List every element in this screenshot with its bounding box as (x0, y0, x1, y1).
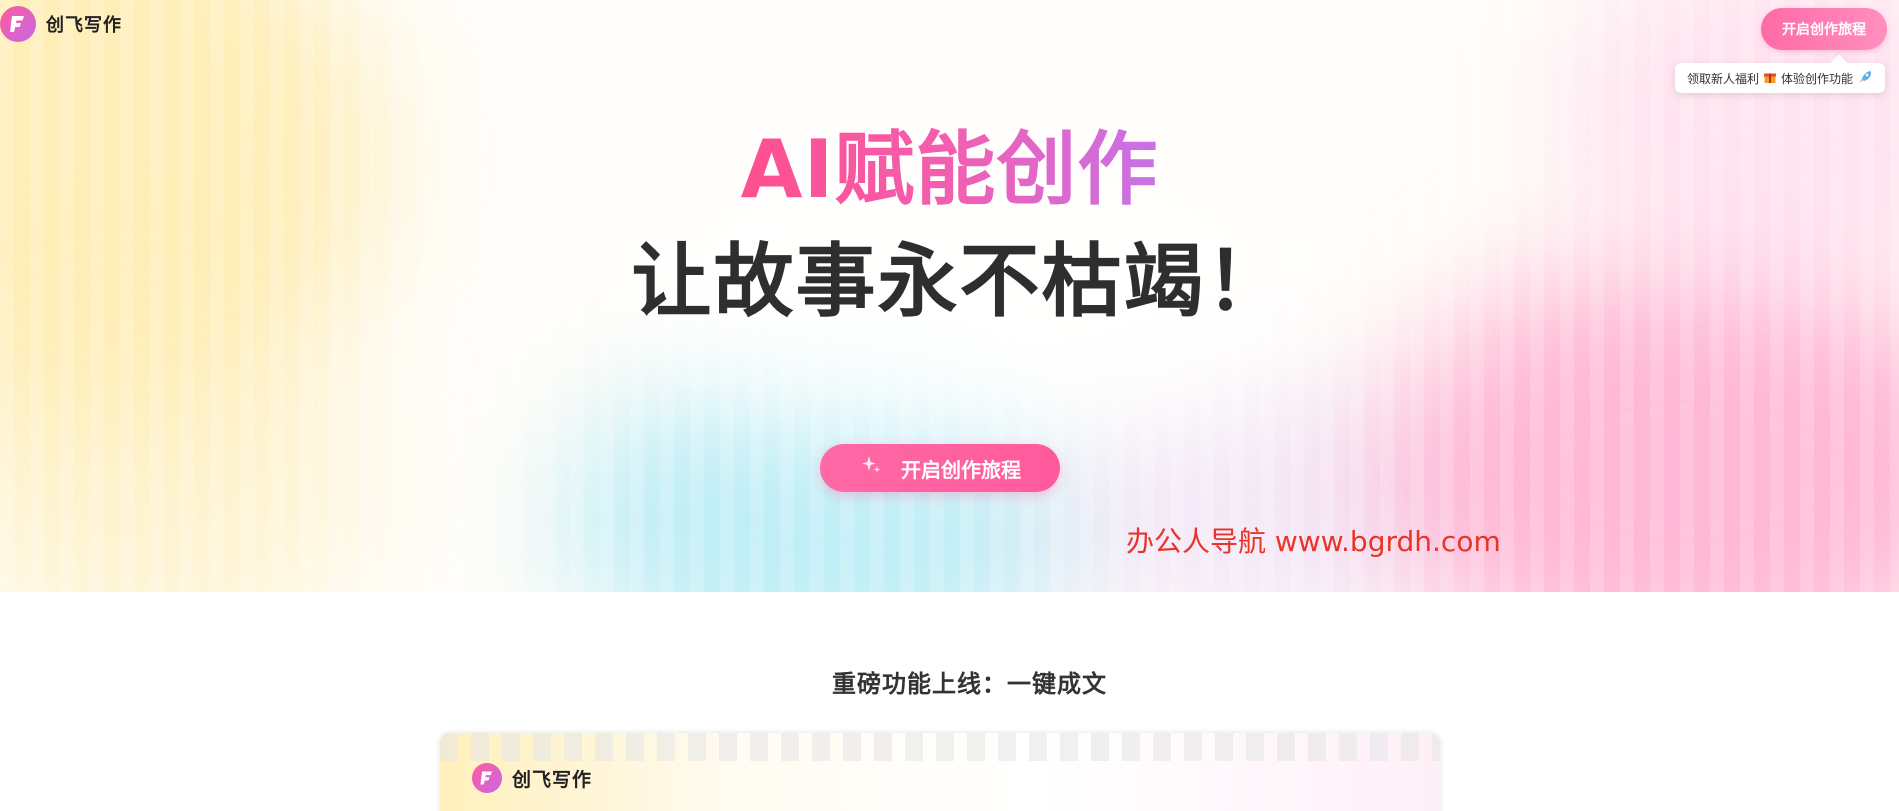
watermark-text: 办公人导航 www.bgrdh.com (1126, 525, 1501, 558)
start-creating-button-label: 开启创作旅程 (901, 459, 1021, 482)
page: 创飞写作 开启创作旅程 领取新人福利 体验创作功能 AI赋能创作 让故事永不枯竭… (0, 0, 1899, 811)
sparkle-icon (859, 453, 883, 483)
f-letter-icon (472, 763, 502, 793)
hero-section: 创飞写作 开启创作旅程 领取新人福利 体验创作功能 AI赋能创作 让故事永不枯竭… (0, 0, 1899, 592)
hero-headline: AI赋能创作 (0, 120, 1899, 220)
tooltip-text-2: 体验创作功能 (1780, 71, 1853, 86)
rocket-icon (1857, 69, 1873, 88)
logo-text: 创飞写作 (46, 15, 122, 36)
start-creating-header-button[interactable]: 开启创作旅程 (1761, 8, 1887, 50)
newcomer-tooltip: 领取新人福利 体验创作功能 (1674, 63, 1885, 93)
start-creating-button[interactable]: 开启创作旅程 (820, 444, 1060, 492)
site-logo[interactable]: 创飞写作 (0, 6, 122, 42)
hero-subheadline: 让故事永不枯竭！ (631, 235, 1288, 328)
f-letter-icon (0, 6, 36, 42)
feature-title: 重磅功能上线：一键成文 (832, 670, 1107, 698)
preview-logo-text: 创飞写作 (512, 768, 593, 791)
tooltip-text: 领取新人福利 (1686, 71, 1759, 86)
hero-headline-text: AI赋能创作 (740, 123, 1159, 216)
preview-stripes (440, 733, 1440, 761)
preview-logo: 创飞写作 (472, 763, 592, 793)
feature-preview-card: 创飞写作 (440, 733, 1440, 811)
gift-icon (1763, 70, 1777, 87)
